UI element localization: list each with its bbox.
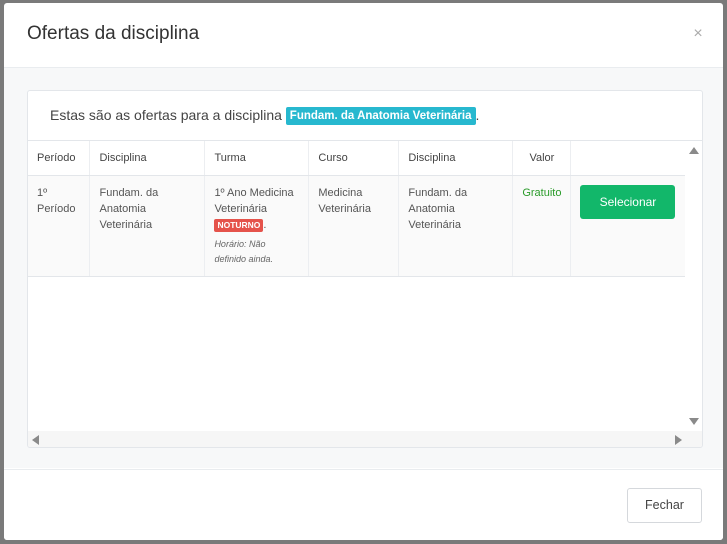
- header-turma: Turma: [204, 141, 310, 176]
- intro-suffix: .: [475, 107, 480, 123]
- header-disciplina: Disciplina: [89, 141, 206, 176]
- offers-table: Período Disciplina Turma Curso Disciplin…: [28, 141, 685, 277]
- horizontal-scrollbar[interactable]: [28, 431, 702, 447]
- cell-disciplina: Fundam. da Anatomia Veterinária: [89, 175, 206, 277]
- intro-text: Estas são as ofertas para a disciplina F…: [50, 107, 479, 125]
- cell-curso: Medicina Veterinária: [308, 175, 400, 277]
- close-icon[interactable]: ×: [691, 26, 705, 42]
- select-offer-button[interactable]: Selecionar: [580, 185, 676, 219]
- cell-action: Selecionar: [570, 175, 685, 277]
- modal-title: Ofertas da disciplina: [27, 23, 200, 44]
- vertical-scrollbar[interactable]: [686, 141, 702, 431]
- table-header-row: Período Disciplina Turma Curso Disciplin…: [28, 141, 685, 176]
- scroll-right-icon[interactable]: [675, 435, 682, 445]
- modal-header: Ofertas da disciplina ×: [4, 3, 723, 68]
- scroll-up-icon[interactable]: [689, 147, 699, 154]
- turno-suffix: .: [263, 219, 267, 231]
- offers-panel: Estas são as ofertas para a disciplina F…: [27, 90, 703, 448]
- noturno-badge: NOTURNO: [214, 219, 264, 232]
- discipline-badge: Fundam. da Anatomia Veterinária: [285, 107, 476, 125]
- cell-valor: Gratuito: [512, 175, 572, 277]
- close-button[interactable]: Fechar: [627, 488, 702, 523]
- header-periodo: Período: [28, 141, 91, 176]
- cell-disciplina-2: Fundam. da Anatomia Veterinária: [398, 175, 514, 277]
- intro-label: Estas são as ofertas para a disciplina: [50, 107, 282, 123]
- header-action: [570, 141, 685, 176]
- scroll-left-icon[interactable]: [32, 435, 39, 445]
- header-curso: Curso: [308, 141, 400, 176]
- header-disciplina-2: Disciplina: [398, 141, 514, 176]
- turma-name: 1º Ano Medicina Veterinária: [214, 187, 294, 215]
- header-valor: Valor: [512, 141, 572, 176]
- modal-body: Estas são as ofertas para a disciplina F…: [4, 68, 723, 468]
- offers-modal: Ofertas da disciplina × Estas são as ofe…: [4, 3, 723, 540]
- horario-text: Horário: Não definido ainda.: [214, 239, 273, 264]
- cell-periodo: 1º Período: [28, 175, 91, 277]
- offers-table-wrapper: Período Disciplina Turma Curso Disciplin…: [28, 140, 702, 447]
- modal-footer: Fechar: [4, 469, 723, 540]
- scroll-down-icon[interactable]: [689, 418, 699, 425]
- table-row: 1º Período Fundam. da Anatomia Veterinár…: [28, 175, 685, 277]
- cell-turma: 1º Ano Medicina Veterinária NOTURNO. Hor…: [204, 175, 310, 277]
